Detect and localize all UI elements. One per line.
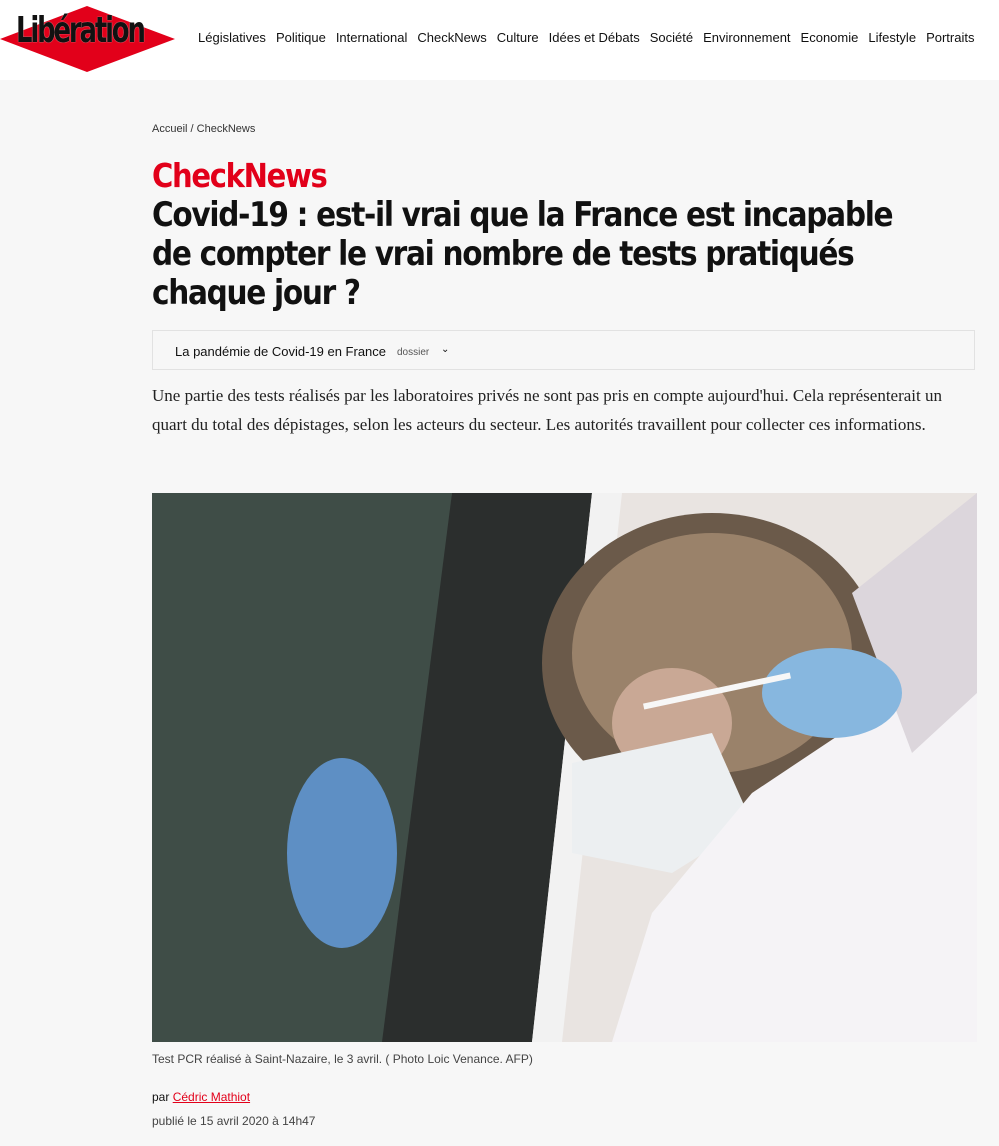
nav-culture[interactable]: Culture — [492, 30, 544, 45]
chevron-down-icon: ⌄ — [441, 344, 450, 355]
nav-idees-et-debats[interactable]: Idées et Débats — [544, 30, 645, 45]
site-header: Libération Législatives Politique Intern… — [0, 0, 999, 80]
byline-prefix: par — [152, 1090, 170, 1104]
nav-environnement[interactable]: Environnement — [698, 30, 795, 45]
nav-legislatives[interactable]: Législatives — [193, 30, 271, 45]
author-link[interactable]: Cédric Mathiot — [173, 1090, 250, 1104]
breadcrumb-home[interactable]: Accueil — [152, 123, 187, 135]
nav-politique[interactable]: Politique — [271, 30, 331, 45]
photo-illustration — [152, 493, 977, 1042]
article-lede: Une partie des tests réalisés par les la… — [152, 386, 943, 434]
dossier-dropdown[interactable]: La pandémie de Covid-19 en France dossie… — [152, 330, 975, 370]
main-navigation: Législatives Politique International Che… — [193, 30, 979, 45]
dossier-title: La pandémie de Covid-19 en France — [175, 344, 387, 359]
breadcrumb-separator: / — [187, 123, 197, 135]
dossier-tag: dossier — [397, 347, 430, 358]
article-title: Covid-19 : est-il vrai que la France est… — [152, 195, 894, 313]
breadcrumb: Accueil / CheckNews — [152, 123, 255, 135]
breadcrumb-section[interactable]: CheckNews — [197, 123, 256, 135]
nav-societe[interactable]: Société — [645, 30, 698, 45]
nav-portraits[interactable]: Portraits — [921, 30, 979, 45]
article-byline: par Cédric Mathiot — [152, 1090, 250, 1104]
logo-wordmark: Libération — [16, 10, 146, 51]
published-date: publié le 15 avril 2020 à 14h47 — [152, 1114, 316, 1128]
nav-economie[interactable]: Economie — [796, 30, 864, 45]
article-photo — [152, 493, 977, 1042]
photo-caption: Test PCR réalisé à Saint-Nazaire, le 3 a… — [152, 1052, 533, 1066]
nav-checknews[interactable]: CheckNews — [412, 30, 491, 45]
liberation-logo[interactable]: Libération — [0, 6, 175, 72]
nav-international[interactable]: International — [331, 30, 413, 45]
nav-lifestyle[interactable]: Lifestyle — [863, 30, 921, 45]
article-kicker[interactable]: CheckNews — [152, 156, 328, 195]
